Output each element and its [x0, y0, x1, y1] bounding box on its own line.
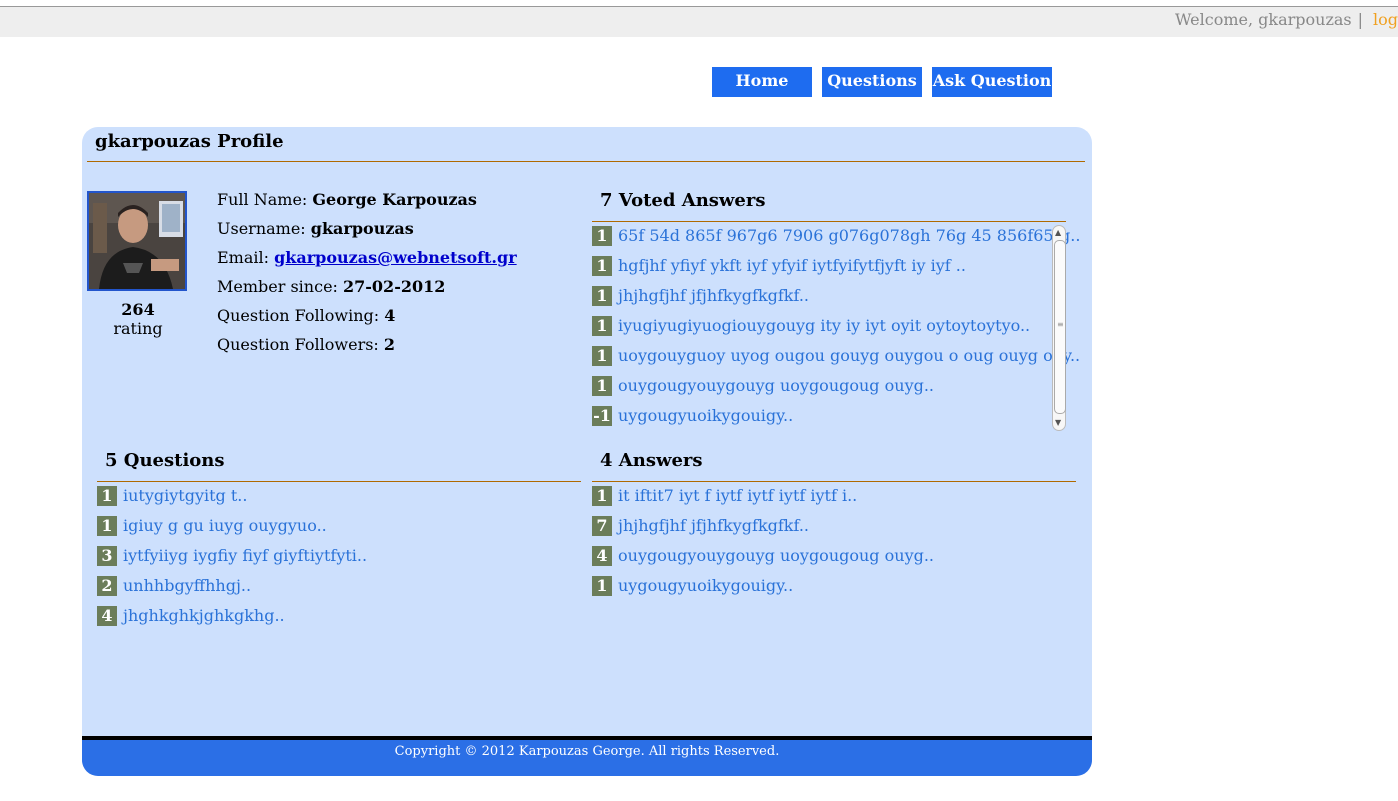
full-name-value: George Karpouzas [312, 190, 477, 209]
scroll-down-icon[interactable]: ▼ [1055, 419, 1061, 427]
score-badge: 1 [592, 226, 612, 246]
followers-label: Question Followers: [217, 335, 379, 354]
rating-label: rating [113, 319, 163, 338]
voted-answer-link[interactable]: uoygouyguoy uyog ougou gouyg ouygou o ou… [618, 346, 1080, 366]
list-item: 1 65f 54d 865f 967g6 7906 g076g078gh 76g … [592, 226, 1080, 256]
list-item: 1 hgfjhf yfiyf ykft iyf yfyif iytfyifytfj… [592, 256, 1080, 286]
score-badge: 1 [592, 346, 612, 366]
question-link[interactable]: iytfyiiyg iygfiy fiyf giyftiytfyti.. [123, 546, 367, 566]
copyright-text: Copyright © 2012 Karpouzas George. All r… [394, 744, 780, 759]
answer-link[interactable]: jhjhgfjhf jfjhfkygfkgfkf.. [618, 516, 809, 536]
nav-home-button[interactable]: Home [712, 67, 812, 97]
list-item: 1 uoygouyguoy uyog ougou gouyg ouygou o o… [592, 346, 1080, 376]
list-item: 4 ouygougyouygouyg uoygougoug ouyg.. [592, 546, 934, 576]
list-item: 7 jhjhgfjhf jfjhfkygfkgfkf.. [592, 516, 934, 546]
rating-value: 264 [121, 300, 155, 319]
username-label: Username: [217, 219, 306, 238]
voted-answer-link[interactable]: 65f 54d 865f 967g6 7906 g076g078gh 76g 4… [618, 226, 1080, 246]
voted-answers-title: 7 Voted Answers [600, 190, 766, 211]
score-badge: 1 [97, 516, 117, 536]
questions-list: 1 iutygiytgyitg t.. 1 igiuy g gu iuyg ouyg… [97, 486, 367, 636]
score-badge: 3 [97, 546, 117, 566]
score-badge: 1 [592, 486, 612, 506]
followers-row: Question Followers: 2 [217, 332, 517, 361]
score-badge: 4 [592, 546, 612, 566]
member-since-value: 27-02-2012 [343, 277, 446, 296]
list-item: 1 ouygougyouygouyg uoygougoug ouyg.. [592, 376, 1080, 406]
list-item: 4 jhghkghkjghkgkhg.. [97, 606, 367, 636]
voted-answers-list: 1 65f 54d 865f 967g6 7906 g076g078gh 76g … [592, 226, 1080, 436]
voted-answer-link[interactable]: hgfjhf yfiyf ykft iyf yfyif iytfyifytfjy… [618, 256, 966, 276]
answer-link[interactable]: ouygougyouygouyg uoygougoug ouyg.. [618, 546, 934, 566]
score-badge: 1 [592, 316, 612, 336]
header-separator: | [1357, 10, 1364, 29]
list-item: -1 uygougyuoikygouigy.. [592, 406, 1080, 436]
email-link[interactable]: gkarpouzas@webnetsoft.gr [274, 248, 517, 267]
member-since-row: Member since: 27-02-2012 [217, 274, 517, 303]
score-badge: 2 [97, 576, 117, 596]
title-divider [87, 161, 1085, 162]
answer-link[interactable]: uygougyuoikygouigy.. [618, 576, 793, 596]
full-name-label: Full Name: [217, 190, 308, 209]
voted-answer-link[interactable]: jhjhgfjhf jfjhfkygfkgfkf.. [618, 286, 809, 306]
question-link[interactable]: jhghkghkjghkgkhg.. [123, 606, 285, 626]
following-value: 4 [384, 306, 396, 325]
top-bar: Welcome, gkarpouzas | logout [0, 6, 1398, 37]
answers-title: 4 Answers [600, 450, 703, 471]
nav-questions-button[interactable]: Questions [822, 67, 922, 97]
list-item: 1 uygougyuoikygouigy.. [592, 576, 934, 606]
question-link[interactable]: igiuy g gu iuyg ouygyuo.. [123, 516, 327, 536]
scroll-grip-icon: ≡ [1057, 320, 1064, 329]
score-badge: -1 [592, 406, 612, 426]
avatar [87, 191, 187, 291]
following-row: Question Following: 4 [217, 303, 517, 332]
list-item: 1 igiuy g gu iuyg ouygyuo.. [97, 516, 367, 546]
answer-link[interactable]: it iftit7 iyt f iytf iytf iytf iytf i.. [618, 486, 857, 506]
avatar-photo [89, 193, 185, 289]
score-badge: 1 [592, 576, 612, 596]
questions-title: 5 Questions [105, 450, 225, 471]
email-label: Email: [217, 248, 270, 267]
voted-answer-link[interactable]: uygougyuoikygouigy.. [618, 406, 793, 426]
rating-box: 264 rating [87, 300, 189, 338]
question-link[interactable]: unhhbgyffhhgj.. [123, 576, 251, 596]
answers-list: 1 it iftit7 iyt f iytf iytf iytf iytf i..… [592, 486, 934, 606]
username-row: Username: gkarpouzas [217, 216, 517, 245]
questions-divider [97, 481, 581, 482]
scroll-up-icon[interactable]: ▲ [1055, 229, 1061, 237]
welcome-text: Welcome, gkarpouzas [1175, 10, 1352, 29]
nav-ask-question-button[interactable]: Ask Question [932, 67, 1052, 97]
footer: Copyright © 2012 Karpouzas George. All r… [82, 736, 1092, 776]
full-name-row: Full Name: George Karpouzas [217, 187, 517, 216]
list-item: 1 iutygiytgyitg t.. [97, 486, 367, 516]
followers-value: 2 [383, 335, 396, 354]
page-title: gkarpouzas Profile [95, 131, 284, 152]
logout-link[interactable]: logout [1373, 10, 1398, 29]
list-item: 3 iytfyiiyg iygfiy fiyf giyftiytfyti.. [97, 546, 367, 576]
following-label: Question Following: [217, 306, 380, 325]
list-item: 1 jhjhgfjhf jfjhfkygfkgfkf.. [592, 286, 1080, 316]
score-badge: 4 [97, 606, 117, 626]
score-badge: 7 [592, 516, 612, 536]
welcome-area: Welcome, gkarpouzas | logout [1175, 10, 1398, 29]
list-item: 1 it iftit7 iyt f iytf iytf iytf iytf i.. [592, 486, 934, 516]
score-badge: 1 [592, 286, 612, 306]
member-since-label: Member since: [217, 277, 338, 296]
score-badge: 1 [592, 376, 612, 396]
profile-panel: gkarpouzas Profile 264 rating Full Name:… [82, 127, 1092, 776]
voted-answer-link[interactable]: ouygougyouygouyg uoygougoug ouyg.. [618, 376, 934, 396]
voted-answers-divider [592, 221, 1066, 222]
voted-answers-scrollbar[interactable]: ▲ ≡ ▼ [1052, 225, 1066, 431]
score-badge: 1 [592, 256, 612, 276]
profile-info: Full Name: George Karpouzas Username: gk… [217, 187, 517, 361]
list-item: 2 unhhbgyffhhgj.. [97, 576, 367, 606]
username-value: gkarpouzas [310, 219, 414, 238]
voted-answer-link[interactable]: iyugiyugiyuogiouygouyg ity iy iyt oyit o… [618, 316, 1030, 336]
list-item: 1 iyugiyugiyuogiouygouyg ity iy iyt oyit … [592, 316, 1080, 346]
answers-divider [592, 481, 1076, 482]
email-row: Email: gkarpouzas@webnetsoft.gr [217, 245, 517, 274]
question-link[interactable]: iutygiytgyitg t.. [123, 486, 247, 506]
score-badge: 1 [97, 486, 117, 506]
